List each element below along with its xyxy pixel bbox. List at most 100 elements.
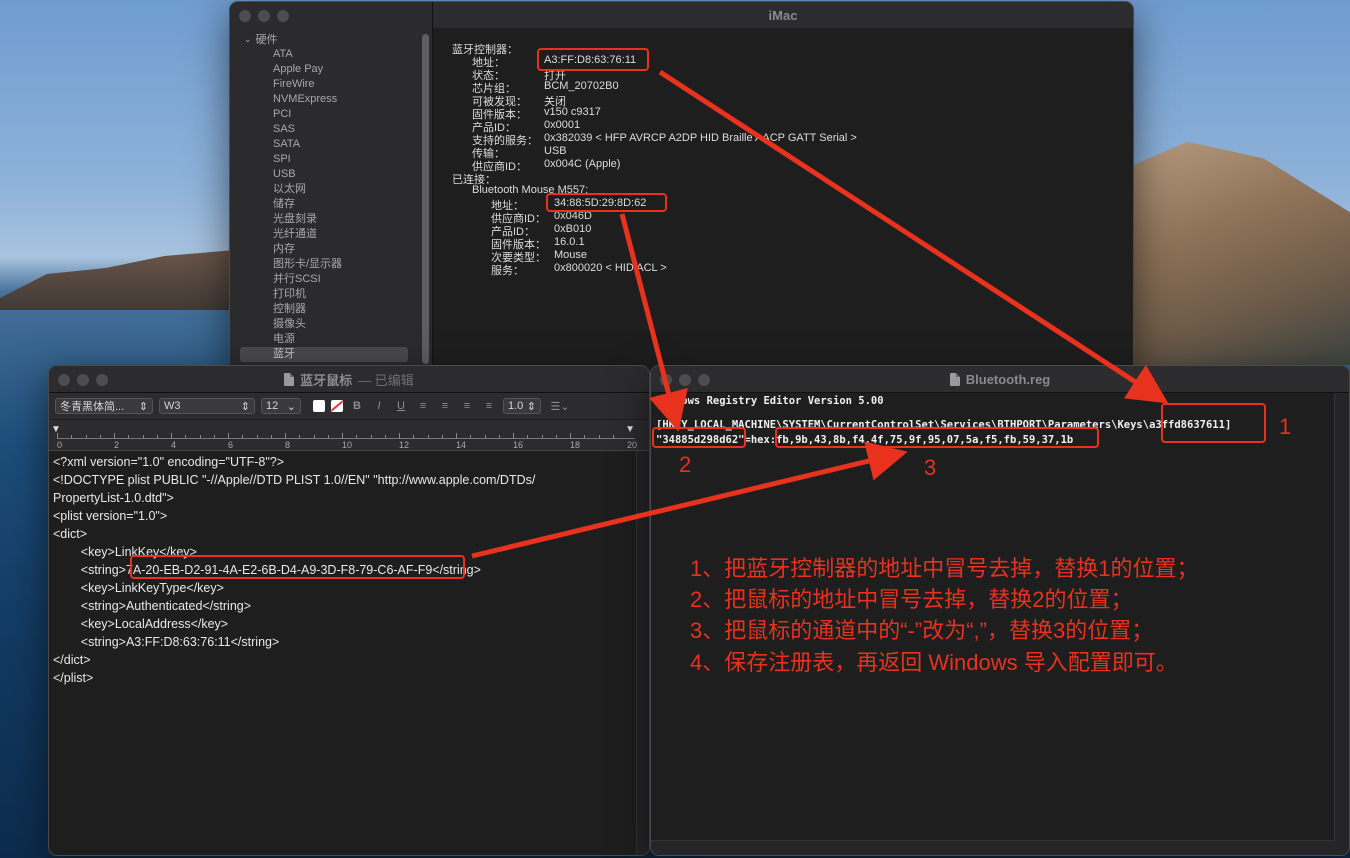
ruler-tick (99, 435, 101, 438)
ruler-tick (384, 435, 386, 438)
sidebar-item[interactable]: ATA (230, 47, 432, 62)
sidebar-item[interactable]: 以太网 (230, 182, 432, 197)
highlight-registry-hex (775, 427, 1099, 448)
vertical-scrollbar[interactable] (636, 451, 649, 855)
ruler-tick (399, 433, 400, 439)
sidebar-item[interactable]: 储存 (230, 197, 432, 212)
highlight-registry-value-name (652, 427, 746, 448)
list-style-icon[interactable]: ☰⌄ (547, 400, 573, 413)
close-button[interactable] (239, 10, 251, 22)
sidebar-item[interactable]: SPI (230, 152, 432, 167)
sidebar-item[interactable]: 并行SCSI (230, 272, 432, 287)
tree-group-hardware[interactable]: ⌄ 硬件 (230, 28, 432, 47)
highlight-registry-key (1161, 403, 1266, 443)
italic-button[interactable]: I (371, 400, 387, 412)
ruler-tick (541, 435, 543, 438)
ruler-tick (570, 433, 571, 439)
tab-stop-marker-icon[interactable]: ▼ (51, 424, 61, 435)
ruler-tick (470, 435, 472, 438)
text-line: </dict> (53, 653, 91, 667)
ruler[interactable]: 0 2 4 6 8 10 12 14 16 18 20 ▼ ▼ (49, 420, 649, 451)
sidebar-item[interactable]: PCI (230, 107, 432, 122)
align-center-icon[interactable]: ≡ (437, 400, 453, 412)
sidebar-item[interactable]: 蓝牙 (240, 347, 408, 362)
sidebar-item[interactable]: 内存 (230, 242, 432, 257)
ruler-tick (527, 435, 529, 438)
highlight-color-swatch[interactable] (330, 400, 344, 412)
ruler-tick (342, 433, 343, 439)
text-line: <plist version="1.0"> (53, 509, 168, 523)
ruler-tick (156, 435, 158, 438)
ruler-label: 14 (456, 440, 467, 450)
ruler-tick (213, 435, 215, 438)
line-spacing-select[interactable]: 1.0 ⇕ (503, 398, 541, 414)
right-margin-marker-icon[interactable]: ▼ (625, 424, 635, 435)
minimize-button[interactable] (679, 374, 691, 386)
sidebar-item[interactable]: 摄像头 (230, 317, 432, 332)
sidebar-item[interactable]: 控制器 (230, 302, 432, 317)
sidebar-item[interactable]: SAS (230, 122, 432, 137)
horizontal-scrollbar[interactable] (651, 840, 1335, 855)
document-icon (284, 372, 295, 386)
ruler-tick (71, 435, 73, 438)
ruler-tick (199, 435, 201, 438)
property-value: BCM_20702B0 (544, 80, 619, 92)
zoom-button[interactable] (277, 10, 289, 22)
document-icon (949, 372, 960, 386)
window-title: iMac (768, 7, 798, 23)
ruler-tick (484, 435, 486, 438)
ruler-tick (114, 433, 115, 439)
property-value: 16.0.1 (554, 236, 585, 248)
highlight-controller-address (537, 48, 649, 71)
property-value: 0x800020 < HID ACL > (554, 262, 667, 274)
ruler-tick (584, 435, 586, 438)
ruler-label: 12 (399, 440, 410, 450)
sidebar-item[interactable]: NVMExpress (230, 92, 432, 107)
highlight-mouse-address (546, 193, 667, 212)
system-information-window[interactable]: ⌄ 硬件 ATA Apple Pay FireWire NVMExpress PCI SA… (229, 1, 1134, 373)
text-document[interactable]: <?xml version="1.0" encoding="UTF-8"?> <!… (49, 451, 637, 855)
vertical-scrollbar[interactable] (1334, 393, 1349, 855)
underline-button[interactable]: U (393, 400, 409, 412)
sidebar-item[interactable]: USB (230, 167, 432, 182)
minimize-button[interactable] (258, 10, 270, 22)
sidebar-item[interactable]: 打印机 (230, 287, 432, 302)
sidebar-item[interactable]: FireWire (230, 77, 432, 92)
instruction-note-2: 2、把鼠标的地址中冒号去掉，替换2的位置； (690, 587, 1133, 612)
sidebar-item[interactable]: SATA (230, 137, 432, 152)
close-button[interactable] (660, 374, 672, 386)
sidebar-item[interactable]: 光盘刻录 (230, 212, 432, 227)
ruler-tick (598, 435, 600, 438)
sidebar-scrollbar[interactable] (422, 34, 429, 364)
sidebar-item[interactable]: 光纤通道 (230, 227, 432, 242)
ruler-label: 20 (627, 440, 638, 450)
ruler-tick (171, 433, 172, 439)
zoom-button[interactable] (698, 374, 710, 386)
text-color-swatch[interactable] (313, 400, 325, 412)
close-button[interactable] (58, 374, 70, 386)
text-line: <string>A3:FF:D8:63:76:11</string> (53, 635, 280, 649)
chevron-down-icon[interactable]: ⌄ (244, 34, 252, 45)
registry-header-line: Windows Registry Editor Version 5.00 (656, 395, 884, 407)
text-line: <key>LocalAddress</key> (53, 617, 229, 631)
sidebar-item[interactable]: Apple Pay (230, 62, 432, 77)
font-style-select[interactable]: W3 ⇕ (159, 398, 255, 414)
align-right-icon[interactable]: ≡ (459, 400, 475, 412)
text-line: <!DOCTYPE plist PUBLIC "-//Apple//DTD PL… (53, 473, 536, 487)
text-line: <string>Authenticated</string> (53, 599, 252, 613)
text-line: PropertyList-1.0.dtd"> (53, 491, 174, 505)
font-family-select[interactable]: 冬青黑体简... ⇕ (55, 398, 153, 414)
ruler-tick (370, 435, 372, 438)
align-left-icon[interactable]: ≡ (415, 400, 431, 412)
font-size-select[interactable]: 12 ⌄ (261, 398, 301, 414)
sidebar-item[interactable]: 电源 (230, 332, 432, 347)
bold-button[interactable]: B (349, 400, 365, 412)
sidebar-item[interactable]: 图形卡/显示器 (230, 257, 432, 272)
sysinfo-sidebar: ⌄ 硬件 ATA Apple Pay FireWire NVMExpress PCI SA… (230, 2, 433, 372)
textedit-window[interactable]: 蓝牙鼠标 — 已编辑 冬青黑体简... ⇕ W3 ⇕ 12 ⌄ B I U ≡ ≡ ≡… (48, 365, 650, 856)
property-value: 0x382039 < HFP AVRCP A2DP HID Braille AA… (544, 132, 857, 144)
minimize-button[interactable] (77, 374, 89, 386)
align-justify-icon[interactable]: ≡ (481, 400, 497, 412)
text-line: </plist> (53, 671, 94, 685)
zoom-button[interactable] (96, 374, 108, 386)
